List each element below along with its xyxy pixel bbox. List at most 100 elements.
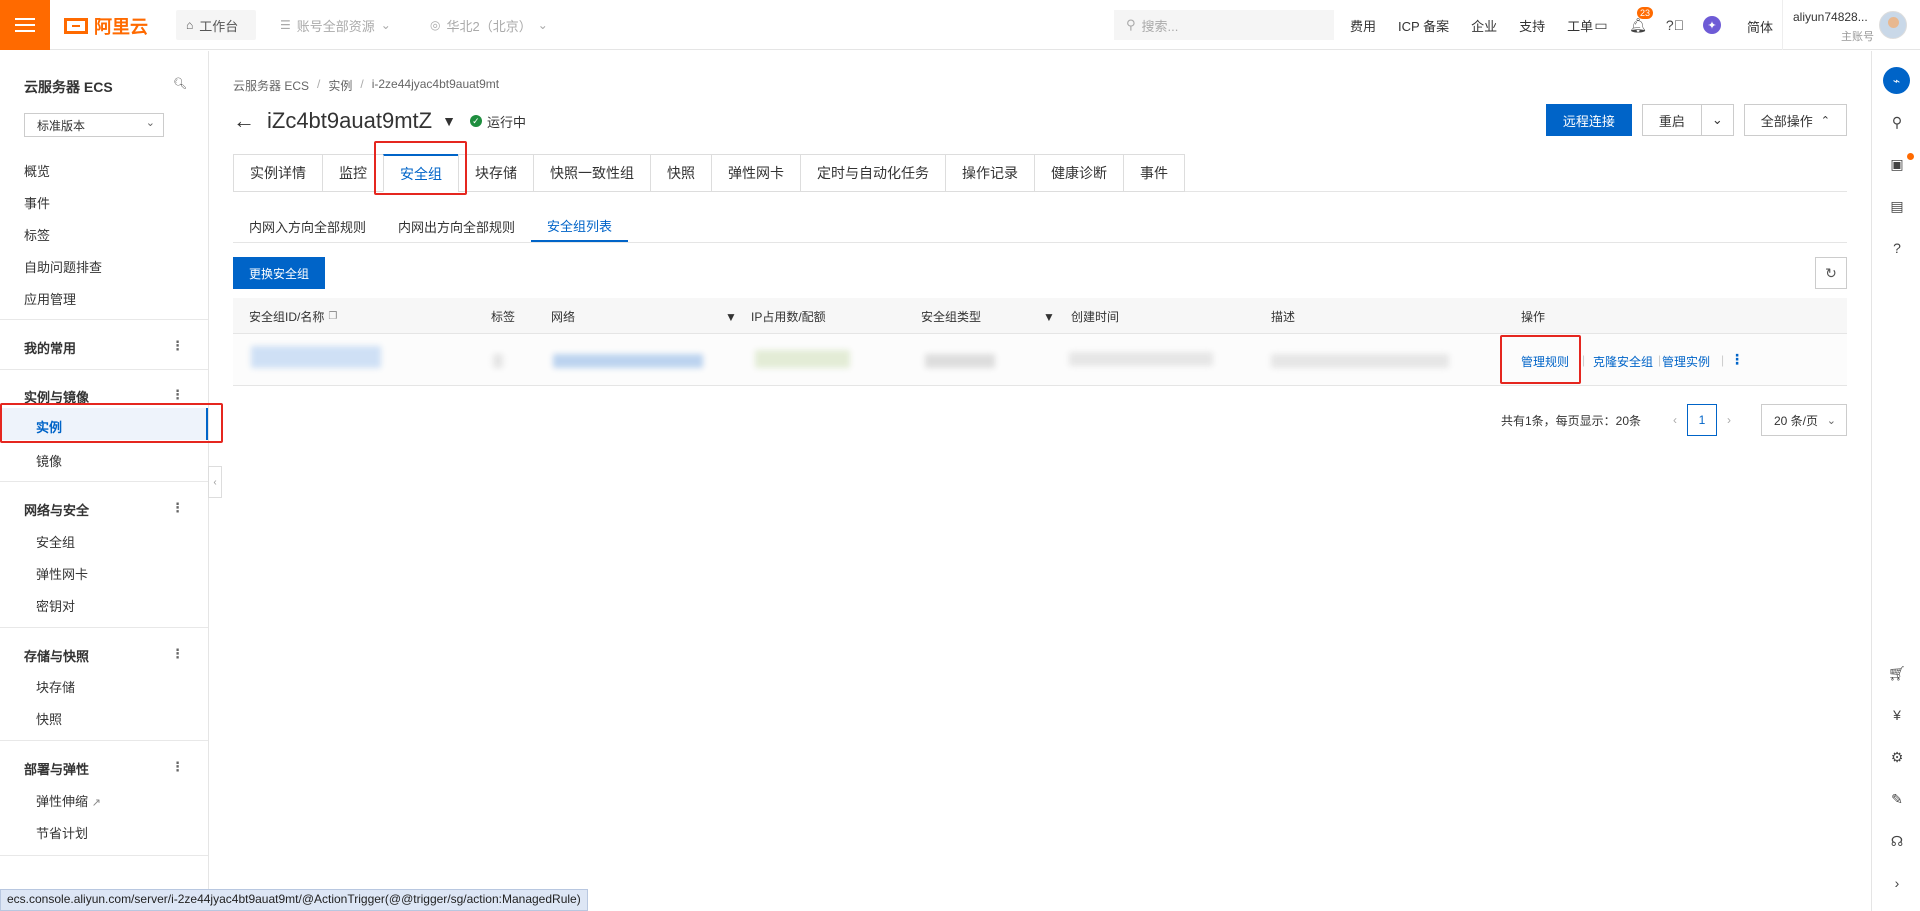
link-billing[interactable]: 费用 — [1350, 16, 1376, 35]
page-button-current[interactable]: 1 — [1687, 404, 1717, 436]
prev-page-button[interactable]: ‹ — [1673, 413, 1677, 427]
language-switch[interactable]: 简体 — [1747, 17, 1773, 36]
sidebar-group-deploy[interactable]: 部署与弹性 ⋮ — [0, 759, 208, 778]
region-dropdown[interactable]: ◎ 华北2（北京） ⌄ — [420, 10, 564, 40]
link-ticket[interactable]: 工单 — [1567, 16, 1593, 35]
sidebar-group-storage[interactable]: 存储与快照 ⋮ — [0, 646, 208, 665]
link-enterprise[interactable]: 企业 — [1471, 16, 1497, 35]
pagination: 共有1条，每页显示：20条 ‹ 1 › 20 条/页 ⌄ — [1501, 404, 1847, 436]
action-separator: | — [1721, 353, 1725, 367]
action-separator: | — [1658, 353, 1662, 367]
tab-block-storage[interactable]: 块存储 — [458, 154, 533, 192]
sidebar-item-overview[interactable]: 概览 — [24, 161, 50, 180]
tab-eni[interactable]: 弹性网卡 — [711, 154, 800, 192]
ai-assistant-icon[interactable]: ✦ — [1703, 16, 1721, 34]
more-icon[interactable]: ⋮ — [171, 338, 184, 354]
global-search-input[interactable]: ⚲ 搜索... — [1114, 10, 1334, 40]
more-actions-icon[interactable]: ⋮ — [1730, 351, 1744, 368]
sidebar-item-eni[interactable]: 弹性网卡 — [36, 564, 88, 583]
tab-snapshot-consistency-group[interactable]: 快照一致性组 — [533, 154, 650, 192]
notification-dot — [1907, 153, 1914, 160]
sidebar-item-app-management[interactable]: 应用管理 — [24, 289, 76, 308]
document-icon[interactable]: ▤ — [1888, 197, 1906, 215]
browser-status-url: ecs.console.aliyun.com/server/i-2ze44jya… — [0, 889, 588, 911]
header-actions: 远程连接 重启 ⌄ 全部操作 ⌃ — [1536, 104, 1847, 136]
more-icon[interactable]: ⋮ — [171, 387, 184, 403]
all-actions-button[interactable]: 全部操作 ⌃ — [1743, 104, 1847, 136]
account-resources-dropdown[interactable]: ☰ 账号全部资源 ⌄ — [270, 10, 407, 40]
assistant-icon[interactable]: ⌁ — [1883, 67, 1910, 94]
workbench-label: 工作台 — [199, 18, 239, 34]
subtab-outbound-rules[interactable]: 内网出方向全部规则 — [382, 210, 531, 242]
breadcrumb-instances[interactable]: 实例 — [328, 77, 352, 94]
back-arrow-icon[interactable]: ← — [233, 108, 255, 134]
restart-button[interactable]: 重启 — [1641, 104, 1702, 136]
pricing-icon[interactable]: ¥ — [1888, 706, 1906, 724]
next-page-button[interactable]: › — [1727, 413, 1731, 427]
sidebar-item-savings-plan[interactable]: 节省计划 — [36, 823, 88, 842]
aliyun-logo[interactable]: 阿里云 — [64, 13, 148, 39]
col-header-type: 安全组类型 — [921, 309, 982, 324]
help-icon[interactable]: ?⃝ — [1666, 16, 1684, 34]
change-security-group-button[interactable]: 更换安全组 — [233, 257, 326, 289]
filter-icon[interactable]: ▼ — [725, 310, 737, 324]
version-select[interactable]: 标准版本 ⌄ — [24, 113, 164, 137]
divider — [0, 855, 208, 856]
link-icp[interactable]: ICP 备案 — [1398, 16, 1449, 35]
help-icon[interactable]: ? — [1888, 239, 1906, 257]
sidebar-collapse-button[interactable]: ‹ — [208, 466, 222, 498]
terminal-icon[interactable]: ▭ — [1592, 16, 1610, 34]
remote-connect-button[interactable]: 远程连接 — [1545, 104, 1632, 136]
tab-health-diagnosis[interactable]: 健康诊断 — [1034, 154, 1123, 192]
bell-icon[interactable]: 🔔︎ 23 — [1629, 7, 1654, 34]
tab-scheduled-tasks[interactable]: 定时与自动化任务 — [800, 154, 945, 192]
sidebar-item-keypair[interactable]: 密钥对 — [36, 596, 75, 615]
sidebar-item-troubleshoot[interactable]: 自助问题排查 — [24, 257, 102, 276]
book-icon[interactable]: ▣ — [1888, 155, 1906, 173]
redacted-sg-id[interactable] — [251, 346, 381, 368]
more-icon[interactable]: ⋮ — [171, 759, 184, 775]
sidebar-item-security-group[interactable]: 安全组 — [36, 532, 75, 551]
link-support[interactable]: 支持 — [1519, 16, 1545, 35]
search-icon[interactable]: ⚲ — [1888, 113, 1906, 131]
caret-down-icon[interactable]: ▼ — [442, 113, 456, 129]
redacted-network[interactable] — [553, 354, 703, 368]
breadcrumb-ecs[interactable]: 云服务器 ECS — [233, 77, 309, 94]
cart-icon[interactable]: 🛒︎ — [1888, 664, 1906, 682]
gear-icon[interactable]: ⚙ — [1888, 748, 1906, 766]
sidebar-group-my-common[interactable]: 我的常用 ⋮ — [0, 338, 208, 357]
restart-dropdown-button[interactable]: ⌄ — [1701, 104, 1734, 136]
breadcrumb-instance-id: i-2ze44jyac4bt9auat9mt — [371, 77, 500, 91]
sidebar-item-snapshot[interactable]: 快照 — [36, 709, 62, 728]
subtab-inbound-rules[interactable]: 内网入方向全部规则 — [233, 210, 382, 242]
sidebar-item-block-storage[interactable]: 块存储 — [36, 677, 75, 696]
manage-instances-link[interactable]: 管理实例 — [1662, 353, 1710, 370]
workbench-button[interactable]: ⌂ 工作台 — [176, 10, 256, 40]
sidebar-group-network[interactable]: 网络与安全 ⋮ — [0, 500, 208, 519]
hamburger-menu-button[interactable] — [0, 0, 50, 50]
security-subtabs: 内网入方向全部规则 内网出方向全部规则 安全组列表 — [233, 210, 629, 242]
edit-icon[interactable]: ✎ — [1888, 790, 1906, 808]
subtab-security-group-list[interactable]: 安全组列表 — [531, 210, 629, 242]
headset-icon[interactable]: ☊ — [1888, 832, 1906, 850]
tab-instance-details[interactable]: 实例详情 — [233, 154, 322, 192]
divider — [0, 369, 208, 370]
tab-events[interactable]: 事件 — [1123, 154, 1185, 192]
user-menu[interactable]: aliyun74828... 主账号 — [1782, 0, 1920, 50]
chevron-right-icon[interactable]: › — [1888, 874, 1906, 892]
copy-icon[interactable]: ❐ — [328, 311, 337, 322]
more-icon[interactable]: ⋮ — [171, 646, 184, 662]
sidebar-item-events[interactable]: 事件 — [24, 193, 50, 212]
more-icon[interactable]: ⋮ — [171, 500, 184, 516]
tab-snapshot[interactable]: 快照 — [650, 154, 711, 192]
filter-icon[interactable]: ▼ — [1043, 310, 1055, 324]
right-tool-rail: ⌁ ⚲ ▣ ▤ ? 🛒︎ ¥ ⚙ ✎ ☊ › — [1871, 51, 1920, 911]
sidebar-item-image[interactable]: 镜像 — [36, 451, 62, 470]
page-size-select[interactable]: 20 条/页 ⌄ — [1761, 404, 1847, 436]
refresh-button[interactable]: ↻ — [1815, 257, 1847, 289]
search-icon[interactable]: 🔍︎ — [173, 77, 187, 90]
clone-security-group-link[interactable]: 克隆安全组 — [1593, 353, 1653, 370]
sidebar-item-autoscaling[interactable]: 弹性伸缩 ↗ — [36, 791, 101, 810]
sidebar-item-tags[interactable]: 标签 — [24, 225, 50, 244]
tab-operation-log[interactable]: 操作记录 — [945, 154, 1034, 192]
